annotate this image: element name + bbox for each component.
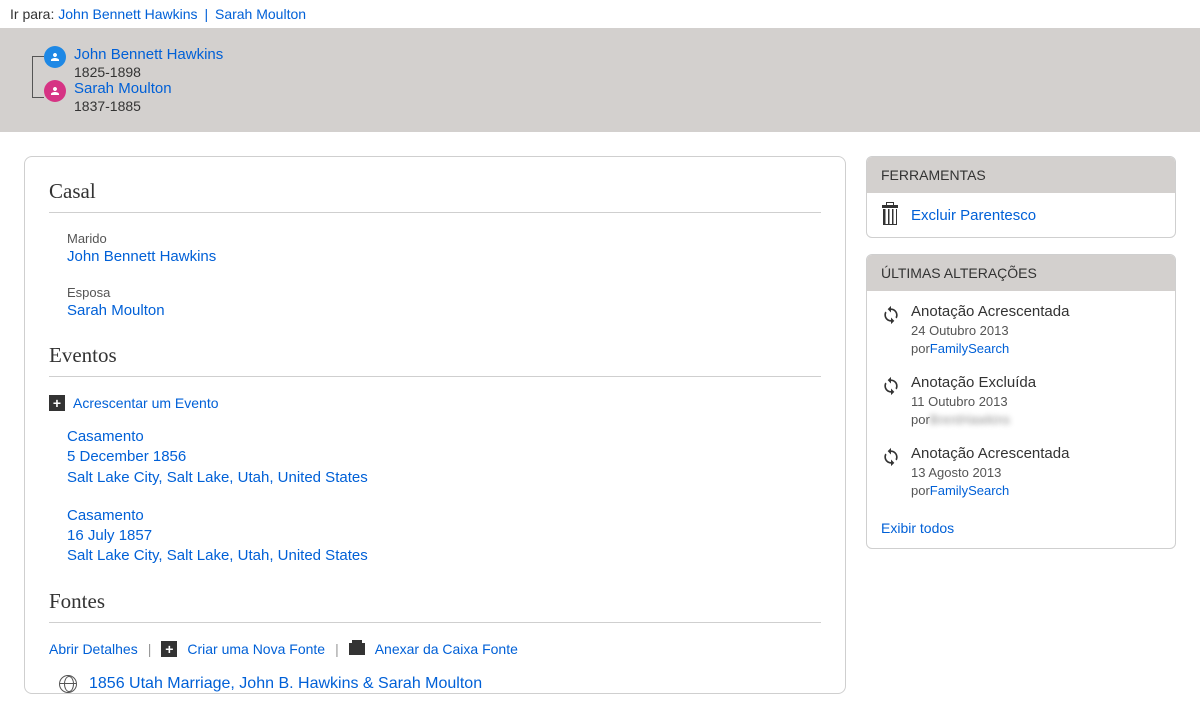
tools-card: FERRAMENTAS Excluir Parentesco: [866, 156, 1176, 238]
wife-value[interactable]: Sarah Moulton: [67, 302, 165, 319]
separator: |: [148, 641, 152, 657]
source-title[interactable]: 1856 Utah Marriage, John B. Hawkins & Sa…: [89, 675, 482, 693]
change-title: Anotação Acrescentada: [911, 445, 1069, 462]
husband-label: Marido: [67, 231, 821, 246]
change-item: Anotação Acrescentada 24 Outubro 2013 po…: [881, 303, 1161, 356]
husband-row: John Bennett Hawkins 1825-1898: [44, 46, 1182, 80]
sources-actions: Abrir Detalhes | + Criar uma Nova Fonte …: [49, 641, 821, 657]
show-all-link[interactable]: Exibir todos: [881, 520, 954, 536]
plus-icon: +: [161, 641, 177, 657]
goto-person-2[interactable]: Sarah Moulton: [215, 6, 306, 22]
new-source-link[interactable]: Criar uma Nova Fonte: [187, 641, 325, 657]
change-by-label: por: [911, 412, 930, 427]
goto-label: Ir para:: [10, 6, 54, 22]
separator: |: [335, 641, 339, 657]
goto-nav: Ir para: John Bennett Hawkins | Sarah Mo…: [0, 0, 1200, 28]
add-event-link[interactable]: Acrescentar um Evento: [73, 395, 219, 411]
wife-row: Sarah Moulton 1837-1885: [44, 80, 1182, 114]
change-item: Anotação Acrescentada 13 Agosto 2013 por…: [881, 445, 1161, 498]
change-by-label: por: [911, 483, 930, 498]
sidebar: FERRAMENTAS Excluir Parentesco ÚLTIMAS A…: [866, 156, 1176, 565]
female-person-icon: [44, 80, 66, 102]
wife-name-link[interactable]: Sarah Moulton: [74, 80, 172, 97]
husband-name-link[interactable]: John Bennett Hawkins: [74, 46, 223, 63]
change-date: 11 Outubro 2013: [911, 394, 1036, 409]
main-card: Casal Marido John Bennett Hawkins Esposa…: [24, 156, 846, 694]
change-title: Anotação Acrescentada: [911, 303, 1069, 320]
divider: [49, 622, 821, 623]
events-section-title: Eventos: [49, 339, 821, 368]
wife-dates: 1837-1885: [74, 98, 172, 114]
event-item[interactable]: Casamento 16 July 1857 Salt Lake City, S…: [67, 506, 821, 567]
husband-dates: 1825-1898: [74, 64, 223, 80]
change-item: Anotação Excluída 11 Outubro 2013 porBre…: [881, 374, 1161, 427]
changes-card: ÚLTIMAS ALTERAÇÕES Anotação Acrescentada…: [866, 254, 1176, 549]
trash-icon: [881, 205, 899, 225]
event-item[interactable]: Casamento 5 December 1856 Salt Lake City…: [67, 427, 821, 488]
tree-bracket: [32, 56, 44, 98]
event-type: Casamento: [67, 427, 821, 447]
goto-separator: |: [204, 6, 208, 22]
globe-icon: [59, 675, 77, 693]
sync-icon: [881, 447, 901, 467]
changes-heading: ÚLTIMAS ALTERAÇÕES: [867, 255, 1175, 291]
tools-heading: FERRAMENTAS: [867, 157, 1175, 193]
sync-icon: [881, 376, 901, 396]
source-item[interactable]: 1856 Utah Marriage, John B. Hawkins & Sa…: [59, 675, 821, 693]
divider: [49, 212, 821, 213]
sources-section-title: Fontes: [49, 585, 821, 614]
sync-icon: [881, 305, 901, 325]
wife-label: Esposa: [67, 285, 821, 300]
divider: [49, 376, 821, 377]
plus-icon: +: [49, 395, 65, 411]
change-user-link[interactable]: FamilySearch: [930, 341, 1009, 356]
open-details-link[interactable]: Abrir Detalhes: [49, 641, 138, 657]
delete-relationship-row[interactable]: Excluir Parentesco: [881, 205, 1161, 225]
change-title: Anotação Excluída: [911, 374, 1036, 391]
source-box-icon: [349, 643, 365, 655]
change-user-link[interactable]: FamilySearch: [930, 483, 1009, 498]
change-by-label: por: [911, 341, 930, 356]
event-type: Casamento: [67, 506, 821, 526]
couple-header: John Bennett Hawkins 1825-1898 Sarah Mou…: [0, 28, 1200, 132]
male-person-icon: [44, 46, 66, 68]
delete-relationship-link[interactable]: Excluir Parentesco: [911, 207, 1036, 224]
event-date: 5 December 1856: [67, 447, 821, 467]
change-date: 13 Agosto 2013: [911, 465, 1069, 480]
event-place: Salt Lake City, Salt Lake, Utah, United …: [67, 468, 821, 488]
husband-value[interactable]: John Bennett Hawkins: [67, 248, 216, 265]
change-user-link[interactable]: BrentHawkins: [930, 412, 1010, 427]
attach-source-link[interactable]: Anexar da Caixa Fonte: [375, 641, 518, 657]
goto-person-1[interactable]: John Bennett Hawkins: [58, 6, 197, 22]
change-date: 24 Outubro 2013: [911, 323, 1069, 338]
event-date: 16 July 1857: [67, 526, 821, 546]
couple-section-title: Casal: [49, 175, 821, 204]
add-event-row[interactable]: + Acrescentar um Evento: [49, 395, 821, 411]
event-place: Salt Lake City, Salt Lake, Utah, United …: [67, 546, 821, 566]
